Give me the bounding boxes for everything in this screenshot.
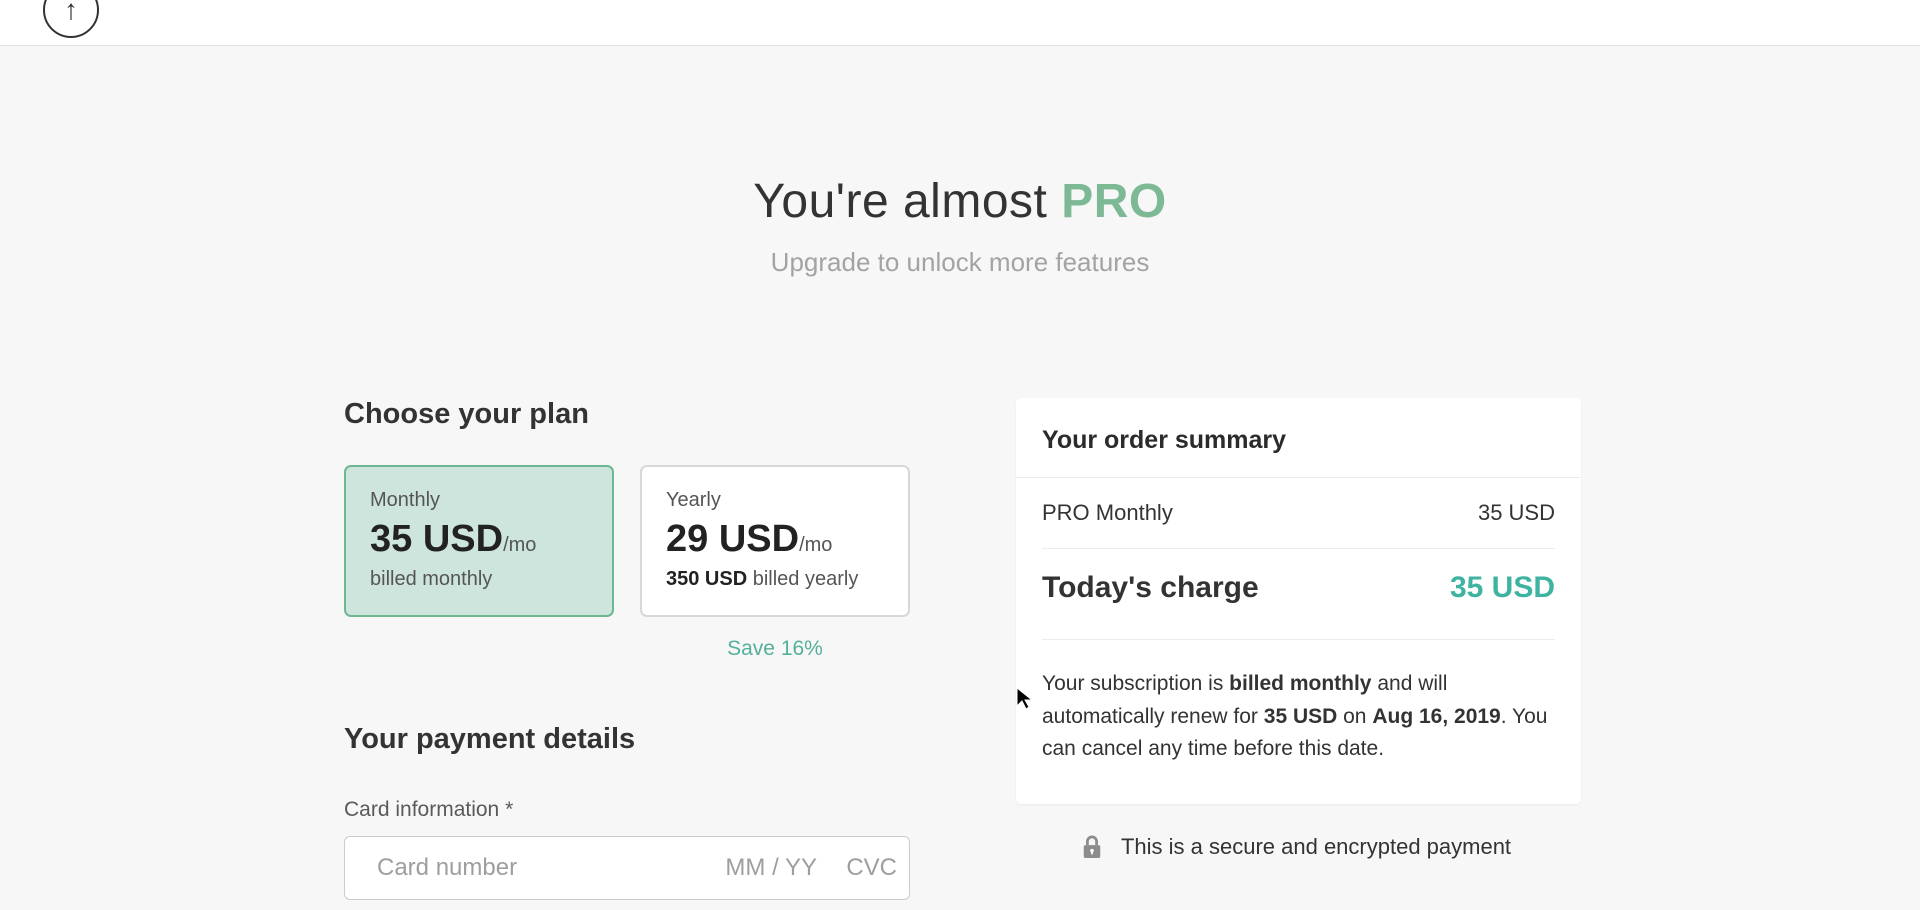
title-pro: PRO [1061, 175, 1167, 228]
order-summary-card: Your order summary PRO Monthly 35 USD To… [1016, 398, 1581, 804]
card-cvc-input[interactable] [827, 854, 897, 882]
plan-monthly-unit: /mo [503, 534, 536, 556]
page-title: You're almost PRO [0, 174, 1920, 229]
plan-yearly-unit: /mo [799, 534, 832, 556]
plan-monthly-billing: billed monthly [370, 568, 588, 591]
card-info-label: Card information * [344, 798, 910, 822]
title-prefix: You're almost [753, 175, 1061, 228]
hero-section: You're almost PRO Upgrade to unlock more… [0, 46, 1920, 398]
card-input-row [344, 836, 910, 900]
payment-details-heading: Your payment details [344, 723, 910, 756]
summary-item-row: PRO Monthly 35 USD [1042, 500, 1555, 549]
plan-yearly-billing-suffix: billed yearly [747, 568, 858, 590]
summary-total-row: Today's charge 35 USD [1042, 549, 1555, 640]
secure-text: This is a secure and encrypted payment [1121, 834, 1511, 860]
plan-yearly[interactable]: Yearly 29 USD/mo 350 USD billed yearly [640, 465, 910, 617]
plan-options: Monthly 35 USD/mo billed monthly Yearly … [344, 465, 910, 617]
plan-yearly-label: Yearly [666, 489, 884, 512]
secure-payment-note: This is a secure and encrypted payment [1016, 834, 1576, 860]
logo-arrow: ↑ [64, 0, 78, 26]
plan-yearly-total: 350 USD [666, 568, 747, 590]
save-badge: Save 16% [640, 637, 910, 661]
plan-monthly-price: 35 USD [370, 520, 503, 560]
note-renew-amount: 35 USD [1264, 705, 1338, 728]
choose-plan-heading: Choose your plan [344, 398, 910, 431]
plan-monthly[interactable]: Monthly 35 USD/mo billed monthly [344, 465, 614, 617]
renewal-note: Your subscription is billed monthly and … [1016, 640, 1581, 804]
plan-monthly-label: Monthly [370, 489, 588, 512]
summary-item-name: PRO Monthly [1042, 500, 1173, 526]
order-summary-heading: Your order summary [1016, 398, 1581, 478]
summary-total-label: Today's charge [1042, 571, 1259, 605]
note-billing-cycle: billed monthly [1229, 672, 1371, 695]
page-subtitle: Upgrade to unlock more features [0, 247, 1920, 278]
note-renew-date: Aug 16, 2019 [1372, 705, 1500, 728]
lock-icon [1081, 834, 1103, 860]
top-bar: ↑ [0, 0, 1920, 46]
summary-total-value: 35 USD [1450, 571, 1555, 605]
logo-icon[interactable]: ↑ [43, 0, 99, 38]
plan-yearly-billing: 350 USD billed yearly [666, 568, 884, 591]
plan-yearly-price: 29 USD [666, 520, 799, 560]
summary-item-price: 35 USD [1478, 500, 1555, 526]
card-number-input[interactable] [377, 854, 687, 882]
card-expiry-input[interactable] [687, 854, 817, 882]
